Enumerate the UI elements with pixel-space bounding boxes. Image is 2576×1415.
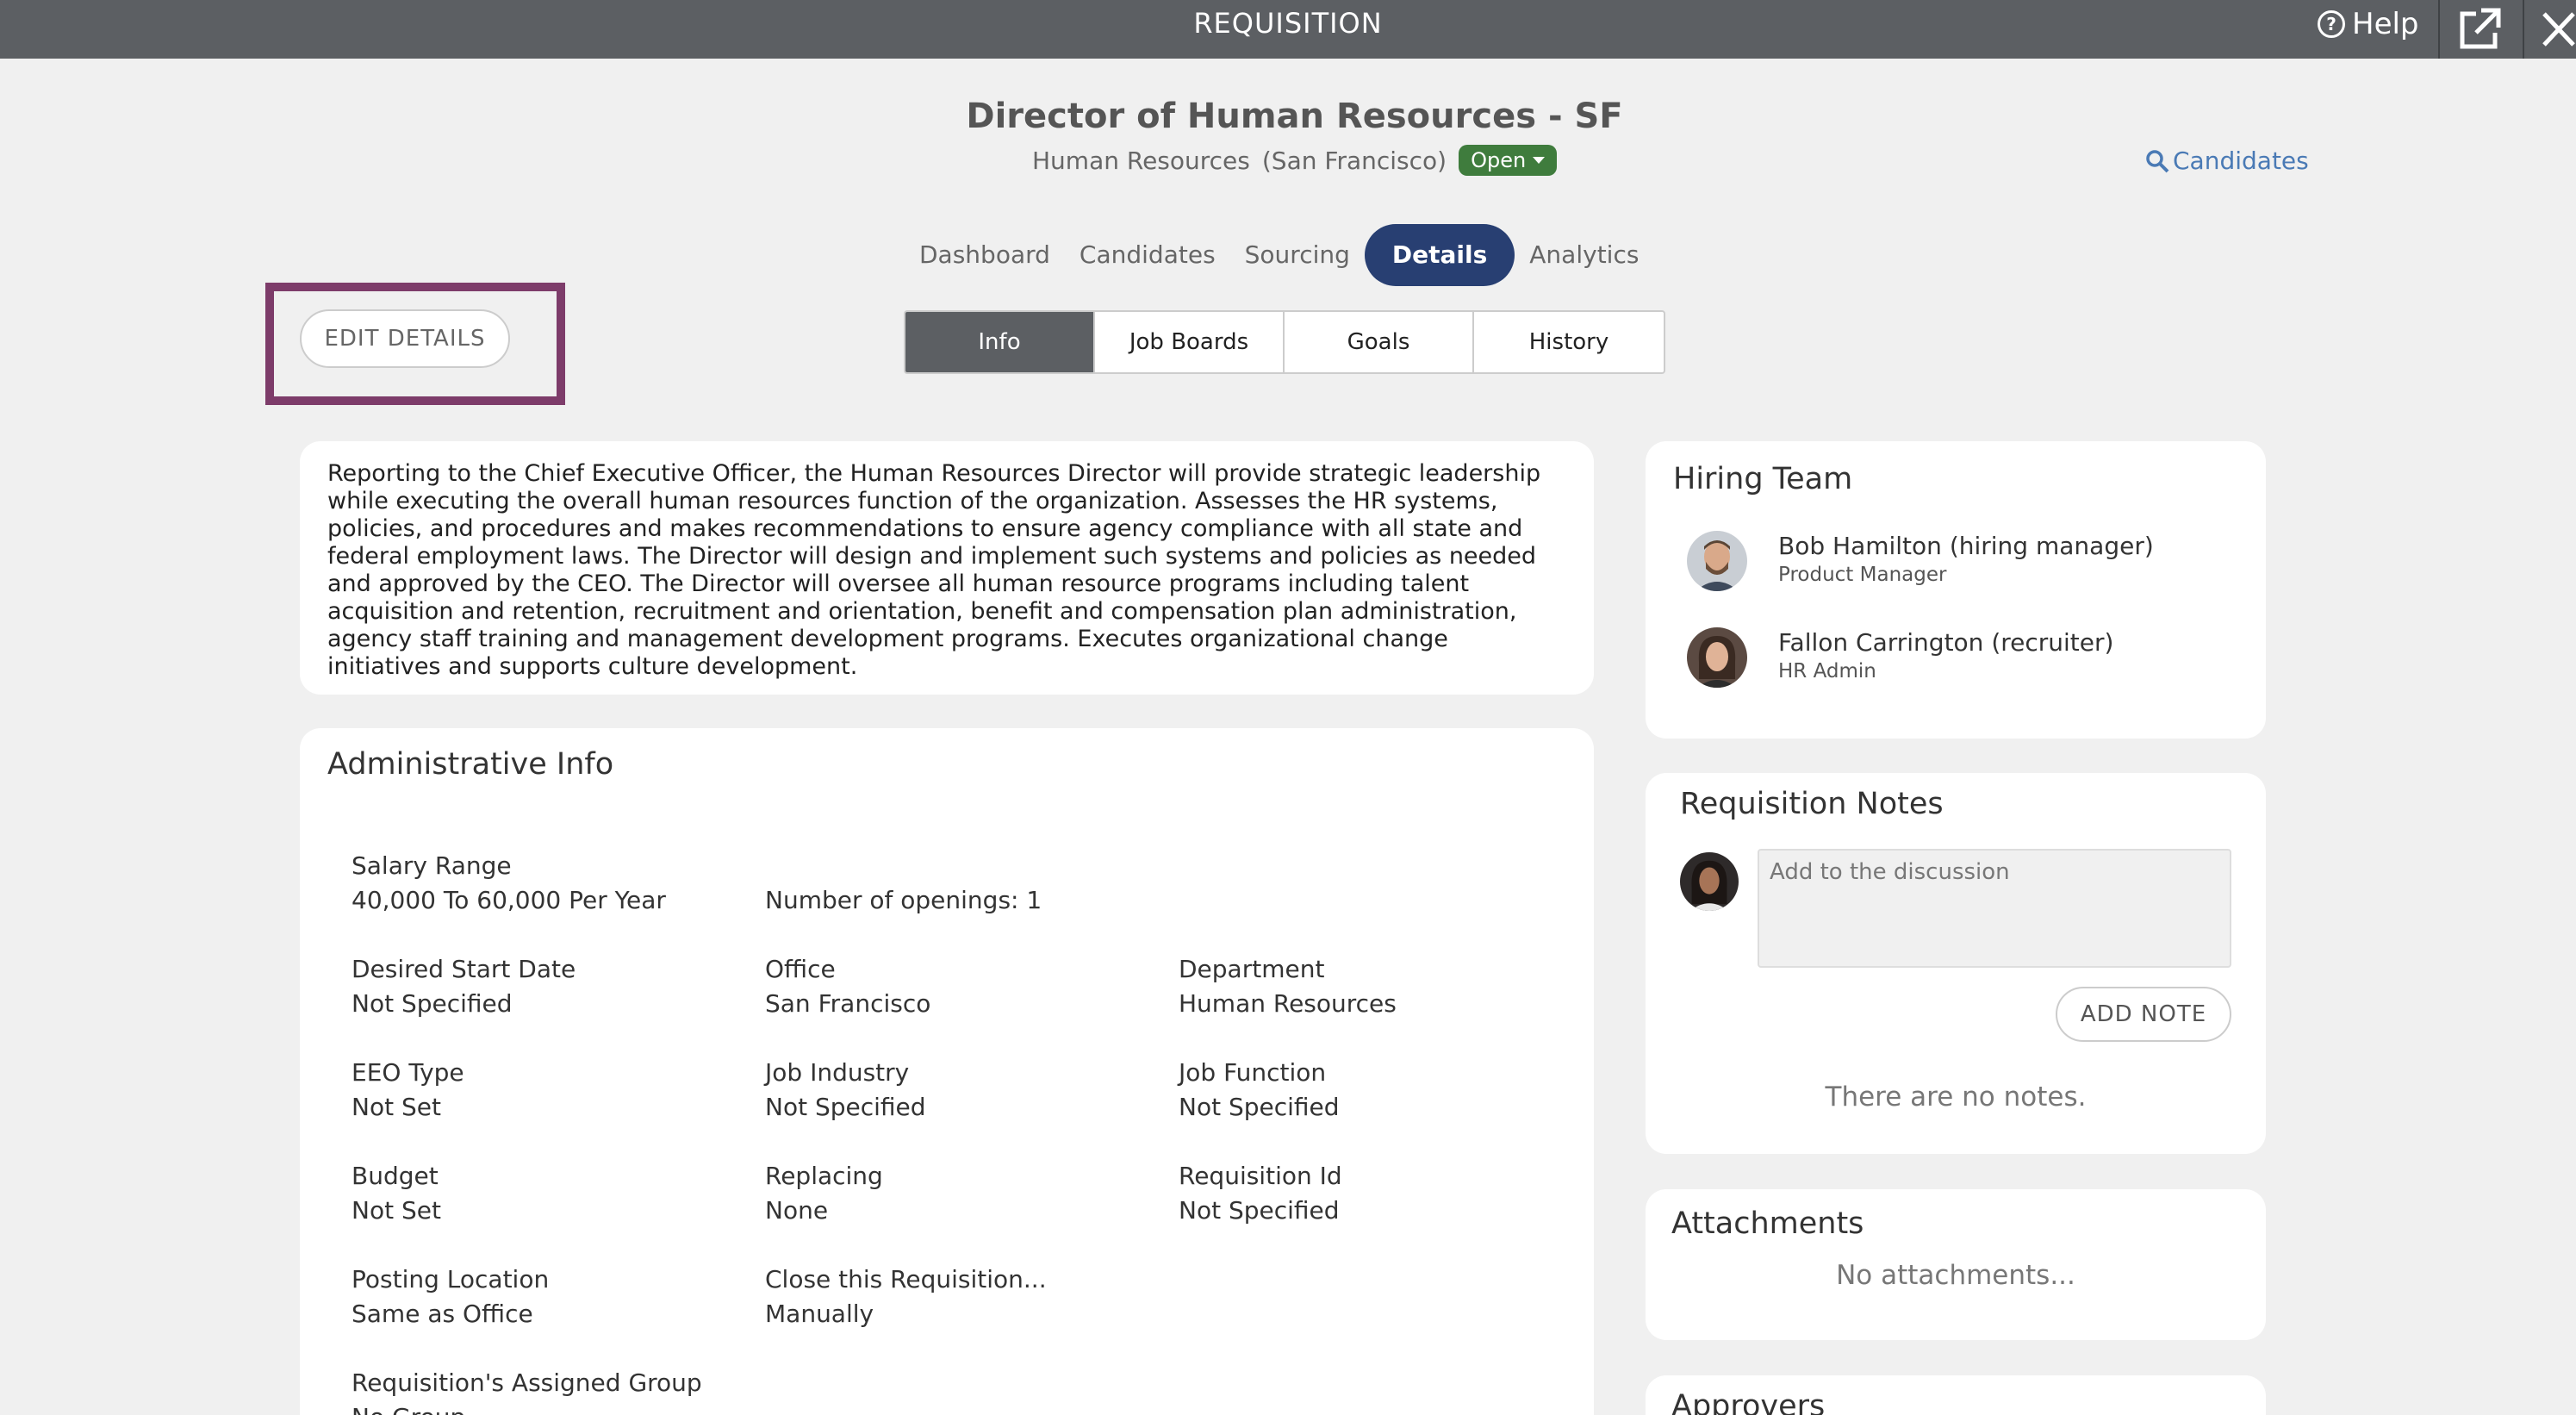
eeo-type-field: EEO Type Not Set: [352, 1058, 464, 1121]
top-bar: REQUISITION ? Help: [0, 0, 2576, 59]
team-member[interactable]: Bob Hamilton (hiring manager) Product Ma…: [1687, 531, 2154, 591]
search-icon: [2146, 149, 2169, 172]
subtab-goals[interactable]: Goals: [1285, 312, 1474, 372]
start-date-field: Desired Start Date Not Specified: [352, 955, 576, 1018]
close-icon: [2542, 12, 2575, 47]
tab-details[interactable]: Details: [1364, 224, 1515, 286]
status-label: Open: [1471, 148, 1527, 172]
requisition-id-field: Requisition Id Not Specified: [1179, 1162, 1342, 1225]
window-title: REQUISITION: [1193, 7, 1383, 40]
requisition-title: Director of Human Resources - SF: [966, 97, 1623, 136]
hiring-team-card: Hiring Team Bob Hamilton (hiring manager…: [1646, 441, 2266, 739]
budget-field: Budget Not Set: [352, 1162, 441, 1225]
close-requisition-field: Close this Requisition... Manually: [765, 1265, 1047, 1328]
tab-sourcing[interactable]: Sourcing: [1230, 224, 1365, 286]
requisition-subtitle: Human Resources (San Francisco) Open: [1032, 145, 1558, 176]
job-function-field: Job Function Not Specified: [1179, 1058, 1340, 1121]
details-sub-tabs: Info Job Boards Goals History: [904, 310, 1665, 374]
close-button[interactable]: [2537, 5, 2576, 53]
tab-candidates[interactable]: Candidates: [1065, 224, 1230, 286]
department-label: Human Resources: [1032, 146, 1250, 175]
status-dropdown[interactable]: Open: [1459, 145, 1558, 176]
replacing-field: Replacing None: [765, 1162, 883, 1225]
edit-details-button[interactable]: EDIT DETAILS: [300, 309, 510, 368]
avatar: [1687, 627, 1747, 688]
department-field: Department Human Resources: [1179, 955, 1397, 1018]
help-icon: ?: [2318, 10, 2345, 38]
help-button[interactable]: ? Help: [2318, 7, 2419, 41]
member-name: Fallon Carrington (recruiter): [1778, 628, 2114, 657]
requisition-notes-card: Requisition Notes Add to the discussion …: [1646, 773, 2266, 1154]
job-industry-field: Job Industry Not Specified: [765, 1058, 926, 1121]
attachments-card: Attachments No attachments...: [1646, 1189, 2266, 1340]
no-notes-message: There are no notes.: [1825, 1082, 2087, 1113]
member-name: Bob Hamilton (hiring manager): [1778, 532, 2154, 560]
assigned-group-field: Requisition's Assigned Group No Group: [352, 1368, 702, 1415]
hiring-team-heading: Hiring Team: [1673, 462, 1853, 496]
tab-analytics[interactable]: Analytics: [1515, 224, 1653, 286]
subtab-job-boards[interactable]: Job Boards: [1095, 312, 1285, 372]
office-field: Office San Francisco: [765, 955, 931, 1018]
tab-dashboard[interactable]: Dashboard: [905, 224, 1065, 286]
caret-down-icon: [1533, 157, 1546, 164]
subtab-info[interactable]: Info: [905, 312, 1095, 372]
notes-heading: Requisition Notes: [1680, 787, 1944, 821]
external-link-icon: [2460, 8, 2501, 49]
add-note-button[interactable]: ADD NOTE: [2056, 987, 2231, 1042]
approvers-card: Approvers: [1646, 1375, 2266, 1415]
main-tabs: Dashboard Candidates Sourcing Details An…: [905, 224, 1653, 286]
top-bar-divider: [2438, 0, 2440, 59]
note-textarea[interactable]: Add to the discussion: [1758, 849, 2231, 968]
approvers-heading: Approvers: [1671, 1389, 1826, 1415]
top-bar-divider: [2523, 0, 2524, 59]
job-description: Reporting to the Chief Executive Officer…: [327, 460, 1541, 680]
candidates-search-link[interactable]: Candidates: [2145, 146, 2309, 175]
location-label: (San Francisco): [1261, 146, 1447, 175]
subtab-history[interactable]: History: [1474, 312, 1664, 372]
openings-field: Number of openings: 1: [765, 886, 1042, 914]
member-role: Product Manager: [1778, 564, 1947, 586]
popout-button[interactable]: [2455, 5, 2504, 53]
team-member[interactable]: Fallon Carrington (recruiter) HR Admin: [1687, 627, 2113, 688]
attachments-heading: Attachments: [1671, 1206, 1864, 1241]
candidates-link-label: Candidates: [2173, 146, 2309, 175]
admin-heading: Administrative Info: [327, 747, 614, 782]
member-role: HR Admin: [1778, 660, 1876, 683]
avatar: [1687, 531, 1747, 591]
description-card: Reporting to the Chief Executive Officer…: [300, 441, 1594, 695]
help-label: Help: [2352, 7, 2419, 41]
no-attachments-message: No attachments...: [1836, 1260, 2075, 1291]
posting-location-field: Posting Location Same as Office: [352, 1265, 550, 1328]
avatar: [1680, 852, 1739, 911]
salary-range-field: Salary Range 40,000 To 60,000 Per Year: [352, 851, 666, 914]
administrative-info-card: Administrative Info Salary Range 40,000 …: [300, 728, 1594, 1415]
